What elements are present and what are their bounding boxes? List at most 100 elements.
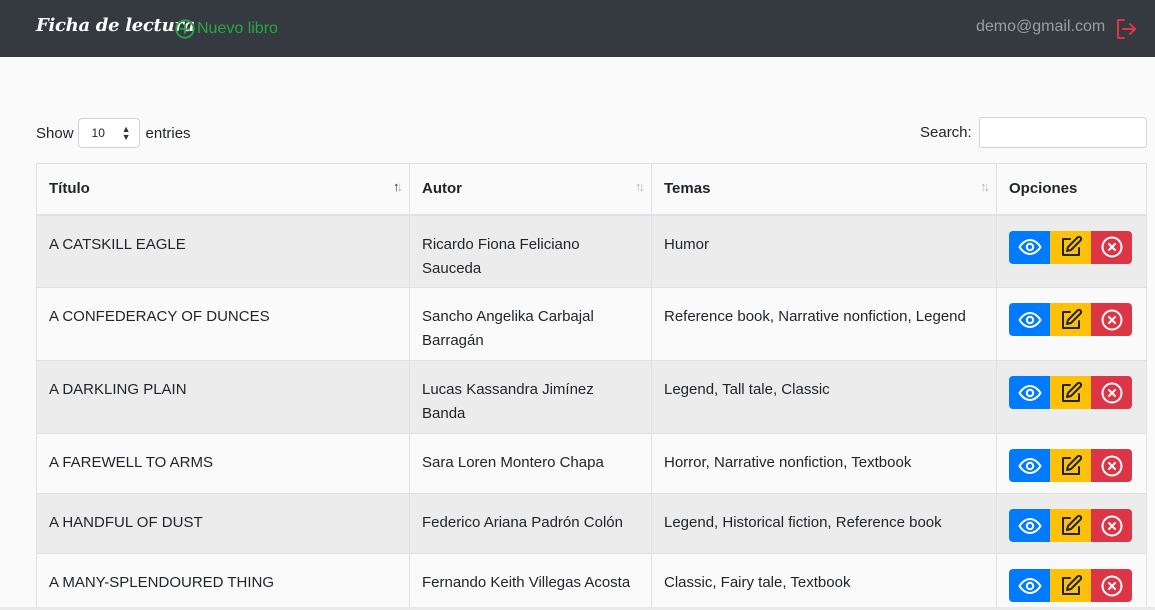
entries-select[interactable]: 10 ▲ ▼ (77, 118, 140, 148)
edit-icon (1061, 308, 1082, 329)
book-title: A CONFEDERACY OF DUNCES (49, 308, 270, 325)
row-actions (1009, 449, 1134, 482)
cell-themes: Reference book, Narrative nonfiction, Le… (651, 287, 997, 361)
view-button[interactable] (1009, 449, 1050, 482)
view-button[interactable] (1009, 230, 1050, 264)
edit-button[interactable] (1050, 449, 1091, 482)
sort-icon: ↑↓ (635, 179, 645, 194)
book-themes: Classic, Fairy tale, Textbook (664, 574, 851, 591)
book-themes: Reference book, Narrative nonfiction, Le… (664, 308, 966, 325)
search-input[interactable] (978, 117, 1147, 148)
delete-button[interactable] (1091, 509, 1132, 542)
select-caret-icon: ▲ ▼ (121, 124, 131, 142)
x-circle-icon (1101, 575, 1122, 596)
edit-button[interactable] (1050, 230, 1091, 264)
edit-button[interactable] (1050, 303, 1091, 336)
delete-button[interactable] (1091, 376, 1132, 409)
book-author: Fernando Keith Villegas Acosta (422, 574, 631, 591)
row-actions (1009, 509, 1134, 542)
book-themes: Legend, Tall tale, Classic (664, 381, 830, 398)
x-circle-icon (1101, 382, 1122, 403)
x-circle-icon (1101, 515, 1122, 536)
x-circle-icon (1101, 309, 1122, 330)
column-header-options: Opciones (996, 163, 1147, 216)
table-row: A FAREWELL TO ARMS Sara Loren Montero Ch… (36, 433, 1147, 494)
cell-themes: Classic, Fairy tale, Textbook (651, 553, 997, 610)
cell-themes: Humor (651, 214, 997, 288)
cell-title: A HANDFUL OF DUST (36, 493, 410, 554)
new-book-label: Nuevo libro (197, 20, 278, 37)
view-button[interactable] (1009, 303, 1050, 336)
book-themes: Legend, Historical fiction, Reference bo… (664, 514, 942, 531)
edit-button[interactable] (1050, 376, 1091, 409)
x-circle-icon (1101, 455, 1122, 476)
eye-icon (1018, 517, 1041, 534)
book-title: A MANY-SPLENDOURED THING (49, 574, 275, 591)
view-button[interactable] (1009, 376, 1050, 409)
cell-author: Federico Ariana Padrón Colón (409, 493, 652, 554)
edit-button[interactable] (1050, 509, 1091, 542)
logout-icon[interactable] (1114, 17, 1138, 41)
table-header-row: Título ↑↓ Autor ↑↓ Temas ↑↓ Opciones (36, 163, 1147, 216)
book-author: Federico Ariana Padrón Colón (422, 514, 623, 531)
column-header-author[interactable]: Autor ↑↓ (409, 163, 652, 216)
search-control: Search: (920, 117, 1147, 148)
x-circle-icon (1101, 236, 1122, 258)
delete-button[interactable] (1091, 569, 1132, 602)
book-title: A CATSKILL EAGLE (49, 235, 186, 253)
search-label: Search: (920, 124, 972, 141)
sort-icon: ↑↓ (980, 179, 990, 194)
plus-circle-icon (175, 19, 195, 39)
book-title: A DARKLING PLAIN (49, 381, 187, 398)
show-label: Show (36, 124, 74, 142)
column-header-title[interactable]: Título ↑↓ (36, 163, 410, 216)
book-author: Sancho Angelika Carbajal Barragán (422, 308, 594, 349)
table-row: A MANY-SPLENDOURED THING Fernando Keith … (36, 553, 1147, 610)
cell-options (996, 214, 1147, 288)
cell-options (996, 493, 1147, 554)
delete-button[interactable] (1091, 449, 1132, 482)
table-row: A HANDFUL OF DUST Federico Ariana Padrón… (36, 493, 1147, 554)
column-header-themes[interactable]: Temas ↑↓ (651, 163, 997, 216)
table-row: A DARKLING PLAIN Lucas Kassandra Jimínez… (36, 360, 1147, 434)
user-email: demo@gmail.com (976, 18, 1106, 35)
entries-select-value: 10 (91, 126, 105, 140)
entries-label: entries (145, 124, 191, 142)
cell-title: A CONFEDERACY OF DUNCES (36, 287, 410, 361)
cell-title: A CATSKILL EAGLE (36, 214, 410, 288)
top-navbar: Ficha de lectura Nuevo libro demo@gmail.… (0, 0, 1155, 57)
column-header-themes-label: Temas (664, 180, 711, 198)
cell-title: A DARKLING PLAIN (36, 360, 410, 434)
column-header-options-label: Opciones (1009, 180, 1078, 198)
cell-author: Fernando Keith Villegas Acosta (409, 553, 652, 610)
edit-icon (1061, 381, 1082, 402)
cell-options (996, 287, 1147, 361)
cell-title: A FAREWELL TO ARMS (36, 433, 410, 494)
cell-author: Sancho Angelika Carbajal Barragán (409, 287, 652, 361)
book-title: A FAREWELL TO ARMS (49, 454, 213, 471)
cell-themes: Horror, Narrative nonfiction, Textbook (651, 433, 997, 494)
edit-icon (1061, 574, 1082, 595)
edit-icon (1061, 235, 1082, 256)
view-button[interactable] (1009, 509, 1050, 542)
show-entries-control: Show 10 ▲ ▼ entries (36, 118, 191, 148)
cell-author: Ricardo Fiona Feliciano Sauceda (409, 214, 652, 288)
cell-themes: Legend, Historical fiction, Reference bo… (651, 493, 997, 554)
cell-title: A MANY-SPLENDOURED THING (36, 553, 410, 610)
eye-icon (1018, 457, 1041, 474)
sort-asc-icon: ↑↓ (393, 179, 403, 194)
cell-author: Sara Loren Montero Chapa (409, 433, 652, 494)
row-actions (1009, 376, 1134, 409)
eye-icon (1018, 311, 1041, 328)
view-button[interactable] (1009, 569, 1050, 602)
brand-logo[interactable]: Ficha de lectura (36, 15, 195, 36)
eye-icon (1018, 384, 1041, 401)
delete-button[interactable] (1091, 303, 1132, 336)
new-book-link[interactable]: Nuevo libro (174, 17, 278, 41)
books-table: Título ↑↓ Autor ↑↓ Temas ↑↓ Opciones A C… (36, 163, 1147, 610)
book-author: Sara Loren Montero Chapa (422, 454, 604, 471)
row-actions (1009, 303, 1134, 336)
column-header-author-label: Autor (422, 180, 462, 198)
delete-button[interactable] (1091, 230, 1132, 264)
edit-button[interactable] (1050, 569, 1091, 602)
